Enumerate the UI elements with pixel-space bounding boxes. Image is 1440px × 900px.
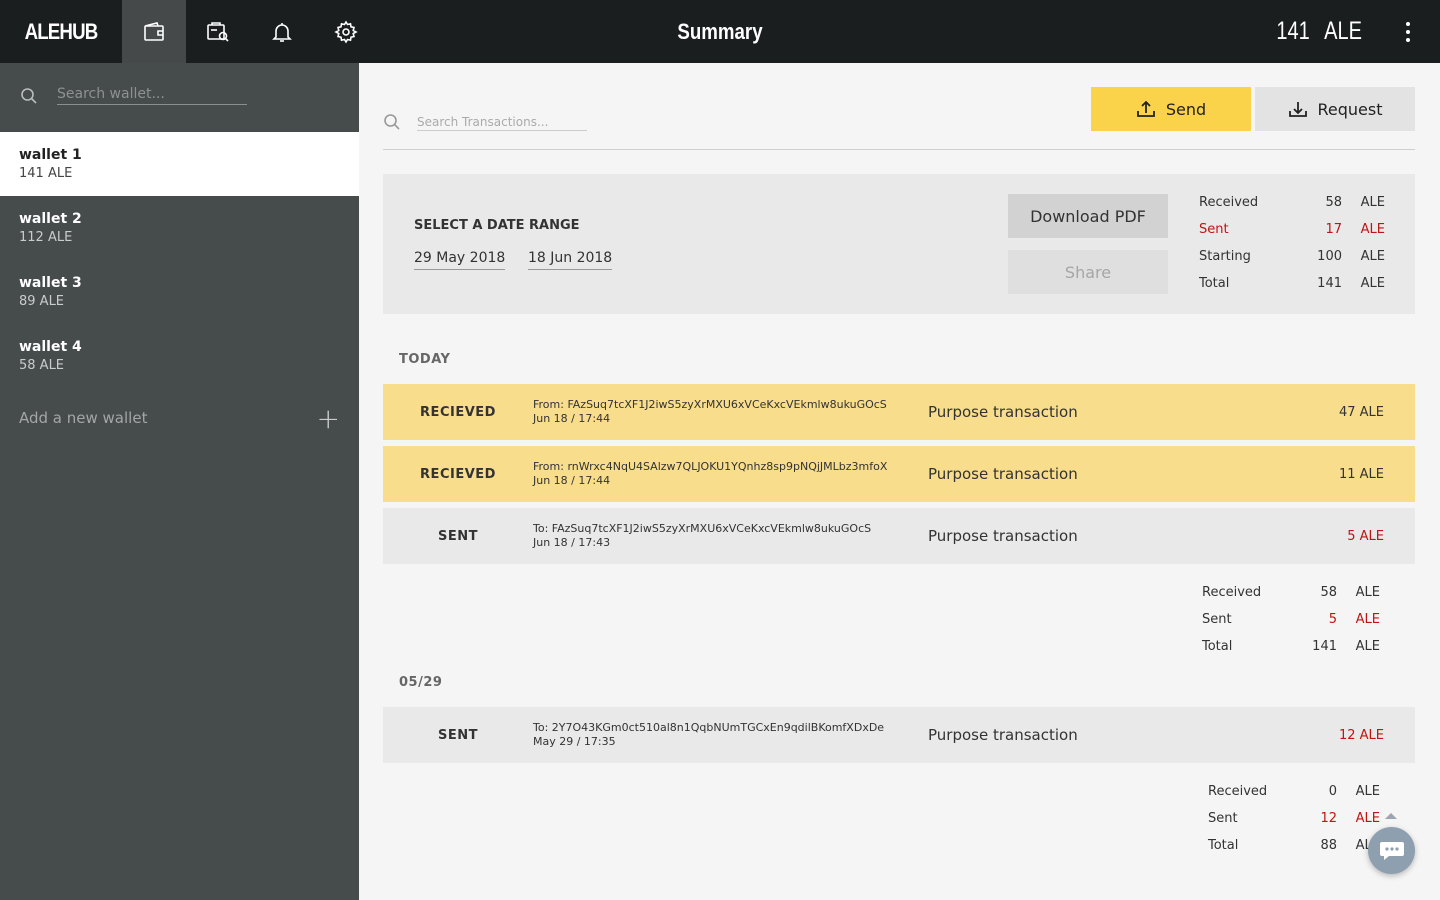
- top-bar: ALEHUB Summary 141 ALE: [0, 0, 1440, 63]
- transaction-amount: 11 ALE: [1338, 466, 1384, 482]
- download-icon: [1288, 102, 1307, 117]
- transaction-amount: 5 ALE: [1347, 528, 1384, 544]
- wallet-name: wallet 2: [19, 211, 82, 227]
- request-label: Request: [1317, 99, 1383, 119]
- nav-wallet-search-button[interactable]: [186, 0, 250, 63]
- plus-icon[interactable]: +: [317, 402, 340, 435]
- transaction-type: RECIEVED: [420, 404, 496, 420]
- bell-icon: [272, 22, 292, 42]
- transaction-purpose: Purpose transaction: [928, 527, 1078, 545]
- transaction-address-block: To: 2Y7O43KGm0ct510al8n1QqbNUmTGCxEn9qdi…: [533, 721, 884, 749]
- stat-sent: Sent 5 ALE: [1202, 612, 1380, 627]
- wallet-name: wallet 1: [19, 147, 82, 163]
- nav-notifications-button[interactable]: [250, 0, 314, 63]
- transaction-address: From: FAzSuq7tcXF1J2iwS5zyXrMXU6xVCeKxcV…: [533, 398, 887, 411]
- divider: [383, 149, 1415, 150]
- stat-sent: Sent 12 ALE: [1208, 811, 1380, 826]
- transaction-search: [383, 113, 603, 135]
- transaction-datetime: Jun 18 / 17:44: [533, 412, 611, 425]
- date-range-title: SELECT A DATE RANGE: [414, 218, 580, 233]
- transaction-type: RECIEVED: [420, 466, 496, 482]
- wallet-item[interactable]: wallet 2 112 ALE: [0, 196, 359, 260]
- wallet-balance: 58 ALE: [19, 358, 65, 373]
- transaction-purpose: Purpose transaction: [928, 726, 1078, 744]
- stat-received: Received 58 ALE: [1202, 585, 1380, 600]
- date-from-field[interactable]: 29 May 2018: [414, 250, 506, 270]
- stat-received: Received 0 ALE: [1208, 784, 1380, 799]
- transaction-address: To: FAzSuq7tcXF1J2iwS5zyXrMXU6xVCeKxcVEk…: [533, 522, 872, 535]
- transaction-address-block: From: FAzSuq7tcXF1J2iwS5zyXrMXU6xVCeKxcV…: [533, 398, 887, 426]
- app-logo[interactable]: ALEHUB: [9, 0, 113, 63]
- wallet-icon: [144, 21, 164, 41]
- scroll-up-icon[interactable]: [1385, 813, 1397, 819]
- chat-button[interactable]: [1368, 827, 1415, 874]
- more-menu-icon[interactable]: [1396, 20, 1420, 44]
- transaction-address-block: From: rnWrxc4NqU4SAlzw7QLJOKU1YQnhz8sp9p…: [533, 460, 887, 488]
- transaction-datetime: Jun 18 / 17:44: [533, 474, 611, 487]
- download-pdf-button[interactable]: Download PDF: [1008, 194, 1168, 238]
- wallet-balance: 141 ALE: [19, 166, 73, 181]
- stat-sent: Sent 17 ALE: [1199, 222, 1385, 237]
- upload-icon: [1136, 100, 1155, 117]
- stat-total: Total 141 ALE: [1202, 639, 1380, 654]
- wallet-item[interactable]: wallet 3 89 ALE: [0, 260, 359, 324]
- nav-wallet-button[interactable]: [122, 0, 186, 63]
- group-label-today: TODAY: [399, 352, 451, 367]
- search-icon: [20, 87, 38, 105]
- transaction-datetime: Jun 18 / 17:43: [533, 536, 611, 549]
- summary-main: Send Request SELECT A DATE RANGE 29 May …: [359, 63, 1440, 900]
- wallet-item[interactable]: wallet 4 58 ALE: [0, 324, 359, 388]
- header-balance-unit: ALE: [1324, 17, 1362, 45]
- transaction-search-input[interactable]: [417, 113, 587, 131]
- chat-bubble-icon: [1379, 841, 1404, 860]
- stat-total: Total 88 ALE: [1208, 838, 1380, 853]
- wallet-item[interactable]: wallet 1 141 ALE: [0, 132, 359, 196]
- group-stats-today: Received 58 ALE Sent 5 ALE Total 141 ALE: [1202, 585, 1380, 666]
- wallet-balance: 112 ALE: [19, 230, 73, 245]
- group-label-date: 05/29: [399, 675, 443, 690]
- share-button[interactable]: Share: [1008, 250, 1168, 294]
- send-button[interactable]: Send: [1091, 87, 1251, 131]
- transaction-row[interactable]: SENT To: FAzSuq7tcXF1J2iwS5zyXrMXU6xVCeK…: [383, 508, 1415, 564]
- send-label: Send: [1165, 99, 1207, 119]
- search-icon: [383, 113, 401, 135]
- add-wallet-button[interactable]: Add a new wallet +: [0, 388, 359, 448]
- transaction-address: From: rnWrxc4NqU4SAlzw7QLJOKU1YQnhz8sp9p…: [533, 460, 888, 473]
- header-balance-amount: 141: [1276, 17, 1310, 45]
- transaction-address-block: To: FAzSuq7tcXF1J2iwS5zyXrMXU6xVCeKxcVEk…: [533, 522, 871, 550]
- date-to-field[interactable]: 18 Jun 2018: [528, 250, 613, 270]
- wallet-search-icon: [207, 21, 229, 42]
- wallet-search: [0, 63, 359, 132]
- transaction-row[interactable]: SENT To: 2Y7O43KGm0ct510al8n1QqbNUmTGCxE…: [383, 707, 1415, 763]
- range-stats: Received 58 ALE Sent 17 ALE Starting 100…: [1199, 195, 1385, 303]
- wallet-search-input[interactable]: [57, 83, 247, 105]
- add-wallet-label: Add a new wallet: [19, 409, 148, 427]
- wallet-name: wallet 3: [19, 275, 82, 291]
- transaction-address: To: 2Y7O43KGm0ct510al8n1QqbNUmTGCxEn9qdi…: [533, 721, 885, 734]
- wallet-sidebar: wallet 1 141 ALE wallet 2 112 ALE wallet…: [0, 63, 359, 900]
- stat-received: Received 58 ALE: [1199, 195, 1385, 210]
- transaction-type: SENT: [438, 727, 478, 743]
- header-balance: 141 ALE: [1262, 0, 1362, 63]
- transaction-type: SENT: [438, 528, 478, 544]
- gear-icon: [334, 19, 358, 44]
- transaction-row[interactable]: RECIEVED From: rnWrxc4NqU4SAlzw7QLJOKU1Y…: [383, 446, 1415, 502]
- nav-settings-button[interactable]: [314, 0, 378, 63]
- request-button[interactable]: Request: [1255, 87, 1415, 131]
- date-range-panel: SELECT A DATE RANGE 29 May 2018 18 Jun 2…: [383, 174, 1415, 314]
- stat-starting: Starting 100 ALE: [1199, 249, 1385, 264]
- wallet-balance: 89 ALE: [19, 294, 65, 309]
- transaction-datetime: May 29 / 17:35: [533, 735, 616, 748]
- group-stats-date: Received 0 ALE Sent 12 ALE Total 88 ALE: [1208, 784, 1380, 865]
- wallet-name: wallet 4: [19, 339, 82, 355]
- transaction-amount: 47 ALE: [1338, 404, 1384, 420]
- transaction-amount: 12 ALE: [1338, 727, 1384, 743]
- transaction-row[interactable]: RECIEVED From: FAzSuq7tcXF1J2iwS5zyXrMXU…: [383, 384, 1415, 440]
- transaction-purpose: Purpose transaction: [928, 465, 1078, 483]
- stat-total: Total 141 ALE: [1199, 276, 1385, 291]
- transaction-purpose: Purpose transaction: [928, 403, 1078, 421]
